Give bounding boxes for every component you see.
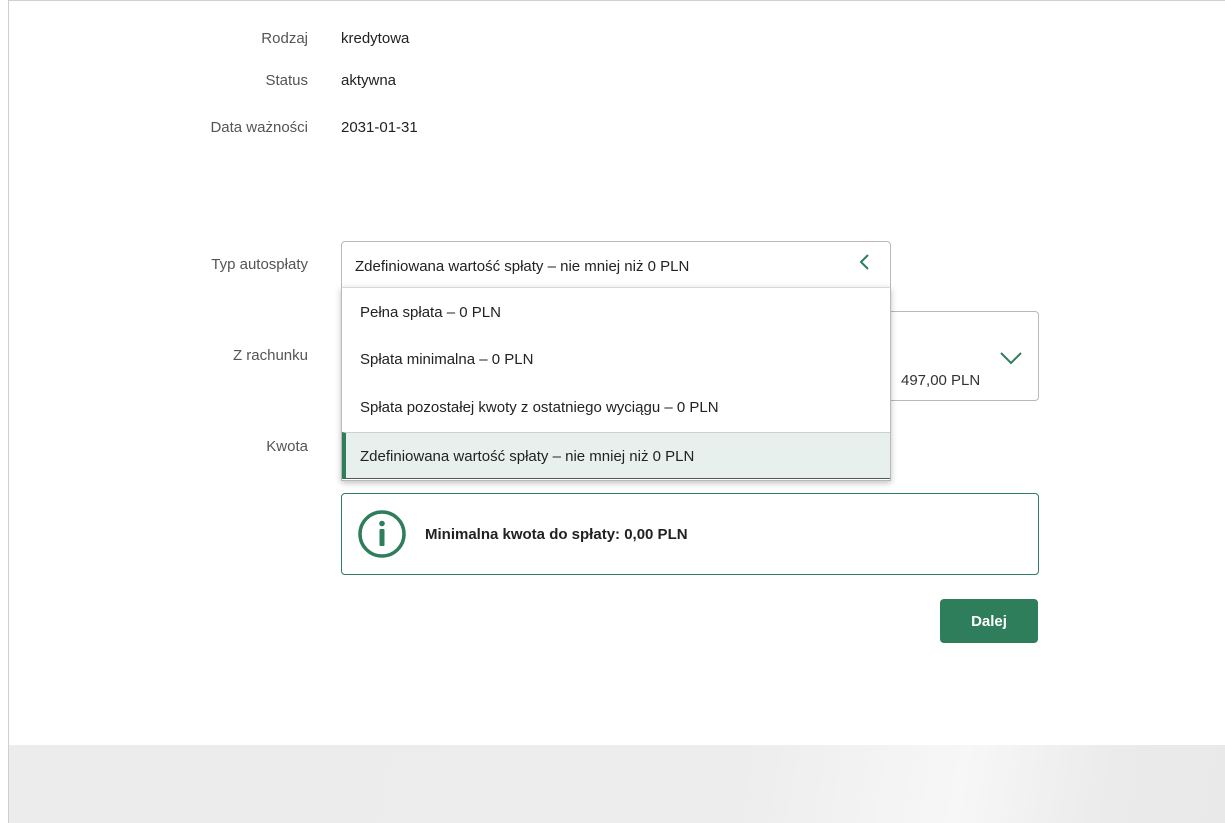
chevron-down-icon[interactable] — [999, 350, 1023, 366]
type-value: kredytowa — [341, 30, 410, 47]
type-label: Rodzaj — [261, 30, 308, 47]
autopay-type-select[interactable]: Zdefiniowana wartość spłaty – nie mniej … — [341, 241, 891, 288]
option-remaining-statement-amount[interactable]: Spłata pozostałej kwoty z ostatniego wyc… — [342, 384, 890, 431]
minimum-amount-message: Minimalna kwota do spłaty: 0,00 PLN — [425, 526, 688, 543]
account-balance: 497,00 PLN — [901, 372, 981, 389]
autopay-type-dropdown-list: Pełna spłata – 0 PLN Spłata minimalna – … — [341, 287, 891, 481]
info-message-box: Minimalna kwota do spłaty: 0,00 PLN — [341, 493, 1039, 575]
chevron-left-icon[interactable] — [857, 252, 871, 272]
option-defined-amount[interactable]: Zdefiniowana wartość spłaty – nie mniej … — [342, 432, 890, 479]
from-account-select[interactable]: 497,00 PLN — [880, 311, 1039, 401]
expiry-date-label: Data ważności — [210, 119, 308, 136]
status-value: aktywna — [341, 72, 397, 89]
next-button[interactable]: Dalej — [940, 599, 1038, 643]
autopay-type-selected-value: Zdefiniowana wartość spłaty – nie mniej … — [355, 258, 690, 275]
amount-label: Kwota — [266, 438, 308, 455]
status-label: Status — [265, 72, 308, 89]
autopay-type-label: Typ autospłaty — [211, 256, 308, 273]
option-minimum-repayment[interactable]: Spłata minimalna – 0 PLN — [342, 336, 890, 383]
from-account-label: Z rachunku — [232, 347, 308, 364]
page-footer — [9, 745, 1225, 823]
option-full-repayment[interactable]: Pełna spłata – 0 PLN — [342, 289, 890, 336]
expiry-date-value: 2031-01-31 — [341, 119, 418, 136]
info-icon — [358, 510, 406, 558]
